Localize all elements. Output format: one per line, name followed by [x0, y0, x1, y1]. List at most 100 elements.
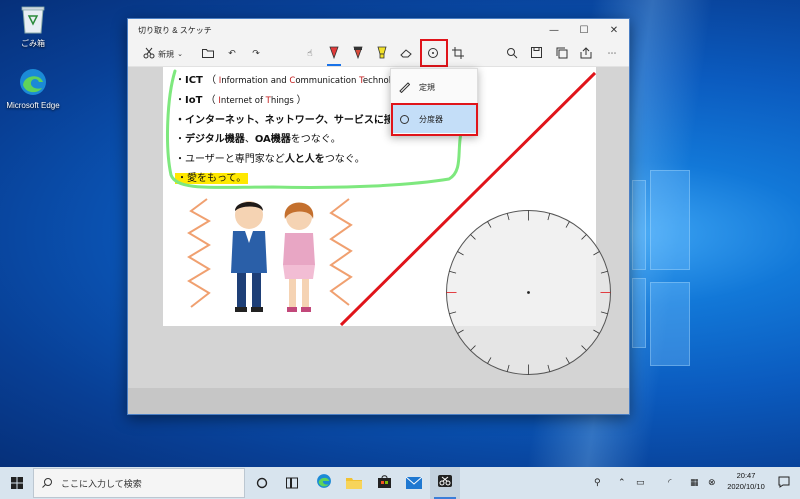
desktop-icon-edge[interactable]: Microsoft Edge — [3, 65, 63, 110]
red-pen-icon — [329, 46, 339, 63]
ruler-icon — [399, 81, 413, 93]
protractor-tick — [547, 364, 551, 372]
protractor-tick — [457, 329, 464, 334]
wifi-icon: ◜ — [668, 478, 672, 488]
protractor-ticks — [446, 210, 611, 375]
mail-icon — [405, 474, 423, 493]
ballpoint-pen-button[interactable] — [324, 44, 344, 66]
protractor-tick — [506, 213, 510, 221]
status-x-icon: ⊗ — [708, 478, 716, 488]
protractor-tick — [506, 364, 510, 372]
protractor-tick — [565, 357, 570, 364]
maximize-button[interactable]: ☐ — [569, 19, 599, 41]
tray-chevron[interactable]: ⌃ — [618, 467, 626, 499]
menu-item-label: 定規 — [419, 82, 435, 92]
taskbar-edge[interactable] — [310, 467, 338, 499]
taskbar: ここに入力して検索 ⚲ ⌃ ▭ ◜ ▦ ⊗ 20:47 2020/10/10 — [0, 467, 800, 499]
copy-button[interactable] — [552, 44, 572, 64]
snip-sketch-icon — [437, 473, 453, 493]
save-icon — [530, 47, 542, 61]
menu-item-ruler[interactable]: 定規 — [391, 73, 477, 101]
windows-logo-icon — [10, 474, 23, 493]
taskbar-store[interactable] — [370, 467, 398, 499]
cortana-button[interactable] — [250, 467, 274, 499]
folder-icon — [202, 48, 214, 61]
protractor-tick — [449, 311, 457, 315]
protractor-tick — [487, 221, 492, 228]
ime-icon: ▦ — [690, 478, 699, 488]
pencil-button[interactable] — [348, 44, 368, 64]
bottom-strip — [128, 388, 629, 414]
close-button[interactable]: ✕ — [599, 19, 629, 41]
clock-date: 2020/10/10 — [727, 482, 765, 491]
protractor-tick — [593, 251, 600, 256]
share-icon — [580, 46, 592, 62]
search-icon — [42, 477, 53, 490]
window-title: 切り取り & スケッチ — [138, 25, 212, 35]
protractor-tick — [600, 311, 608, 315]
tray-network[interactable]: ◜ — [668, 467, 672, 499]
taskbar-snip-sketch[interactable] — [430, 467, 460, 499]
protractor-overlay[interactable] — [446, 210, 611, 375]
protractor-tick — [457, 251, 464, 256]
toolbar: 新規 ⌄ ↶ ↷ ☝ ⋯ — [128, 41, 629, 67]
protractor-tick — [449, 270, 457, 274]
protractor-tick — [547, 213, 551, 221]
title-bar: 切り取り & スケッチ — ☐ ✕ — [128, 19, 629, 41]
chevron-up-icon: ⌃ — [618, 478, 626, 488]
save-button[interactable] — [526, 44, 546, 64]
minimize-button[interactable]: — — [539, 19, 569, 41]
folder-icon — [346, 474, 362, 493]
undo-icon: ↶ — [228, 49, 236, 59]
zoom-button[interactable] — [502, 44, 522, 64]
edge-icon — [316, 473, 332, 493]
tray-status[interactable]: ⊗ — [708, 467, 716, 499]
task-view-icon — [286, 474, 298, 493]
eraser-icon — [400, 48, 412, 61]
active-tool-underline — [327, 64, 341, 66]
protractor-menu-highlight — [391, 103, 478, 136]
highlighter-button[interactable] — [372, 44, 392, 64]
more-options-button[interactable]: ⋯ — [602, 44, 622, 64]
undo-button[interactable]: ↶ — [222, 44, 242, 64]
store-icon — [377, 474, 392, 493]
notification-center-button[interactable] — [778, 467, 790, 499]
eraser-button[interactable] — [396, 44, 416, 64]
touch-writing-button[interactable]: ☝ — [300, 44, 320, 64]
new-snip-button[interactable]: 新規 ⌄ — [134, 44, 192, 64]
protractor-tick — [581, 234, 587, 240]
people-icon: ⚲ — [594, 478, 601, 488]
redo-icon: ↷ — [252, 49, 260, 59]
taskbar-clock[interactable]: 20:47 2020/10/10 — [718, 470, 774, 492]
start-button[interactable] — [0, 467, 33, 499]
protractor-tick — [470, 345, 476, 351]
desktop-icon-label: Microsoft Edge — [6, 101, 60, 110]
share-button[interactable] — [576, 44, 596, 64]
battery-icon: ▭ — [636, 478, 645, 488]
protractor-tick — [565, 221, 570, 228]
taskbar-search-box[interactable]: ここに入力して検索 — [33, 468, 245, 498]
highlighter-icon — [377, 46, 387, 63]
notification-icon — [778, 476, 790, 491]
edge-icon — [16, 65, 50, 99]
desktop-icon-recycle-bin[interactable]: ごみ箱 — [3, 2, 63, 49]
task-view-button[interactable] — [280, 467, 304, 499]
taskbar-explorer[interactable] — [340, 467, 368, 499]
protractor-tick — [600, 270, 608, 274]
redo-button[interactable]: ↷ — [246, 44, 266, 64]
taskbar-mail[interactable] — [400, 467, 428, 499]
people-button[interactable]: ⚲ — [594, 467, 601, 499]
copy-icon — [556, 47, 568, 62]
zoom-icon — [506, 47, 518, 62]
tray-battery[interactable]: ▭ — [636, 467, 645, 499]
crop-button[interactable] — [448, 44, 468, 64]
touch-hand-icon: ☝ — [307, 49, 313, 59]
pencil-icon — [353, 46, 363, 63]
chevron-down-icon: ⌄ — [177, 50, 183, 58]
cortana-icon — [256, 474, 268, 493]
clock-time: 20:47 — [736, 471, 756, 480]
tray-ime[interactable]: ▦ — [690, 467, 699, 499]
snip-icon — [143, 47, 155, 62]
open-file-button[interactable] — [198, 44, 218, 64]
more-icon: ⋯ — [607, 49, 617, 59]
